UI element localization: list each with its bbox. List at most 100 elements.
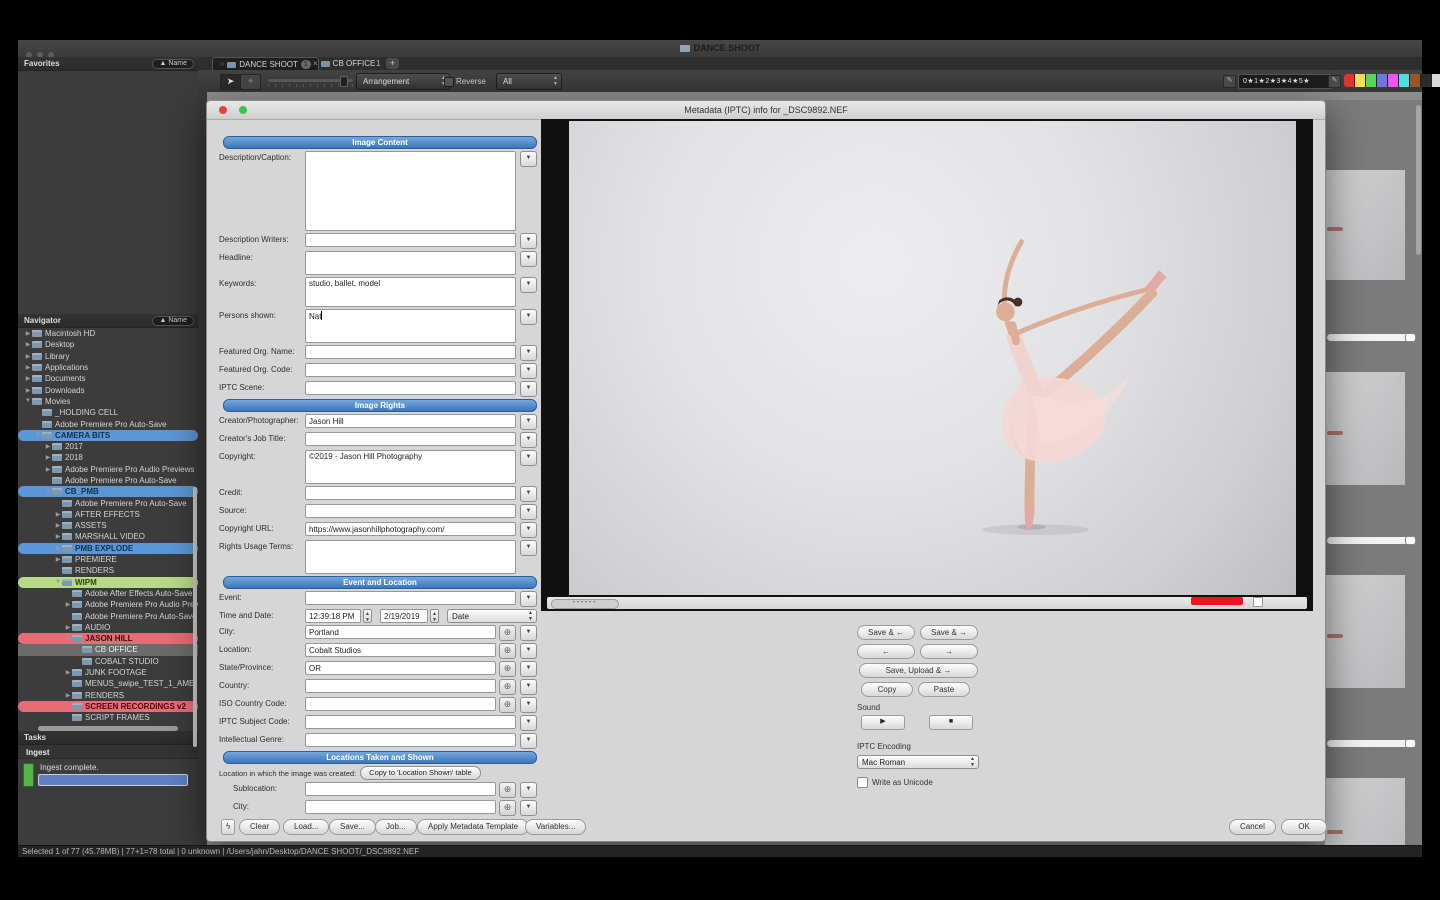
disclosure-right-icon[interactable]: ▶ [64,624,72,631]
dialog-titlebar[interactable]: Metadata (IPTC) info for _DSC9892.NEF [207,101,1325,120]
shown-city-input[interactable] [305,800,496,814]
color-class-swatch[interactable] [1366,74,1377,87]
thumbnail-cell[interactable] [1325,372,1405,485]
navigator-sort-button[interactable]: ▲ Name [152,316,194,326]
thumbnail-slider-checkbox[interactable] [1406,537,1415,544]
tree-item[interactable]: Adobe After Effects Auto-Save [18,588,198,599]
save-button[interactable]: Save... [329,819,376,835]
color-class-swatch[interactable] [1355,74,1366,87]
disclosure-right-icon[interactable]: ▶ [24,387,32,394]
tree-item[interactable]: ▶Library [18,351,198,362]
disclosure-right-icon[interactable]: ▶ [54,545,62,552]
tree-item[interactable]: Adobe Premiere Pro Auto-Save [18,418,198,429]
date-input[interactable] [380,609,428,623]
state-province-input[interactable] [305,661,496,675]
persons-shown-dropdown[interactable]: ▼ [520,309,537,325]
tree-item[interactable]: ▶ASSETS [18,520,198,531]
thumbnail-slider[interactable] [1327,334,1415,341]
save-upload-next-button[interactable]: Save, Upload & → [859,663,978,678]
tree-item[interactable]: ▶MARSHALL VIDEO [18,531,198,542]
clear-button[interactable]: Clear [239,819,280,835]
load-button[interactable]: Load... [283,819,329,835]
sublocation-dropdown[interactable]: ▼ [520,782,537,798]
disclosure-down-icon[interactable]: ▼ [34,432,42,438]
close-tab-icon[interactable]: × [313,59,318,68]
tree-item[interactable]: ▼Movies [18,396,198,407]
filter-dropdown[interactable]: All▲▼ [496,73,562,90]
disclosure-right-icon[interactable]: ▶ [24,375,32,382]
creators-job-title-dropdown[interactable]: ▼ [520,432,537,448]
favorites-list[interactable] [18,71,198,314]
city-dropdown[interactable]: ▼ [520,625,537,641]
tree-item[interactable]: ▶Documents [18,373,198,384]
tree-item[interactable]: ▶2018 [18,452,198,463]
thumbnail-slider-checkbox[interactable] [1406,740,1415,747]
color-class-swatch[interactable] [1410,74,1421,87]
copyright-dropdown[interactable]: ▼ [520,450,537,466]
date-stepper[interactable]: ▲▼ [430,609,439,623]
disclosure-down-icon[interactable]: ▼ [64,636,72,642]
reverse-checkbox[interactable] [444,77,454,87]
copy-button[interactable]: Copy [861,682,913,697]
write-unicode-checkbox[interactable] [857,777,868,788]
job-button[interactable]: Job... [375,819,417,835]
tree-item[interactable]: ▶Applications [18,362,198,373]
copyright-input[interactable]: ©2019 - Jason Hill Photography [305,450,516,484]
disclosure-right-icon[interactable]: ▶ [64,601,72,608]
thumbnail-cell[interactable] [1325,170,1405,280]
star-rating-display[interactable]: 0★1★2★3★4★5★ [1238,74,1332,89]
tree-item[interactable]: ▶AFTER EFFECTS [18,509,198,520]
keywords-input[interactable]: studio, ballet, model [305,277,516,307]
country-dropdown[interactable]: ▼ [520,679,537,695]
city-input[interactable] [305,625,496,639]
stop-sound-button[interactable]: ■ [929,715,973,730]
credit-input[interactable] [305,486,516,500]
tree-item[interactable]: RENDERS [18,565,198,576]
time-input[interactable] [305,609,361,623]
disclosure-down-icon[interactable]: ▼ [24,398,32,404]
tree-item[interactable]: ▶Desktop [18,339,198,350]
iso-country-code-globe-icon[interactable]: ⊕ [499,697,516,713]
description-writers-input[interactable] [305,233,516,247]
disclosure-right-icon[interactable]: ▶ [44,443,52,450]
country-globe-icon[interactable]: ⊕ [499,679,516,695]
disclosure-right-icon[interactable]: ▶ [24,364,32,371]
description-caption-input[interactable] [305,151,516,231]
shown-city-globe-icon[interactable]: ⊕ [499,800,516,816]
encoding-popup[interactable]: Mac Roman▲▼ [857,755,979,769]
credit-dropdown[interactable]: ▼ [520,486,537,502]
time-stepper[interactable]: ▲▼ [363,609,372,623]
add-tab-button[interactable]: + [386,58,399,69]
variables-button[interactable]: Variables... [525,819,586,835]
slider-knob[interactable] [340,76,348,87]
creator-dropdown[interactable]: ▼ [520,414,537,430]
iso-country-code-dropdown[interactable]: ▼ [520,697,537,713]
disclosure-right-icon[interactable]: ▶ [54,533,62,540]
tree-item[interactable]: ▼JASON HILL [18,633,198,644]
disclosure-right-icon[interactable]: ▶ [54,511,62,518]
tree-item[interactable]: COBALT STUDIO [18,656,198,667]
sidebar-scrollbar[interactable] [193,487,197,747]
city-globe-icon[interactable]: ⊕ [499,625,516,641]
disclosure-right-icon[interactable]: ▶ [44,454,52,461]
creator-input[interactable] [305,414,516,428]
creators-job-title-input[interactable] [305,432,516,446]
location-dropdown[interactable]: ▼ [520,643,537,659]
arrangement-dropdown[interactable]: Arrangement▲▼ [356,73,450,90]
event-dropdown[interactable]: ▼ [520,591,537,607]
tree-item[interactable]: ▶AUDIO [18,622,198,633]
preview-corner-checkbox[interactable] [1253,597,1263,607]
copyright-url-input[interactable] [305,522,516,536]
tab-cb-office[interactable]: × CB OFFICE [306,57,382,70]
ok-button[interactable]: OK [1281,819,1327,835]
iptc-scene-dropdown[interactable]: ▼ [520,381,537,397]
featured-org-code-dropdown[interactable]: ▼ [520,363,537,379]
tree-item[interactable]: Adobe Premiere Pro Auto-Save [18,497,198,508]
intellectual-genre-input[interactable] [305,733,516,747]
iptc-scene-input[interactable] [305,381,516,395]
rights-usage-terms-dropdown[interactable]: ▼ [520,540,537,556]
tree-item[interactable]: MENUS_swipe_TEST_1_AME [18,678,198,689]
location-input[interactable] [305,643,496,657]
color-class-swatch[interactable] [1399,74,1410,87]
description-caption-dropdown[interactable]: ▼ [520,151,537,167]
